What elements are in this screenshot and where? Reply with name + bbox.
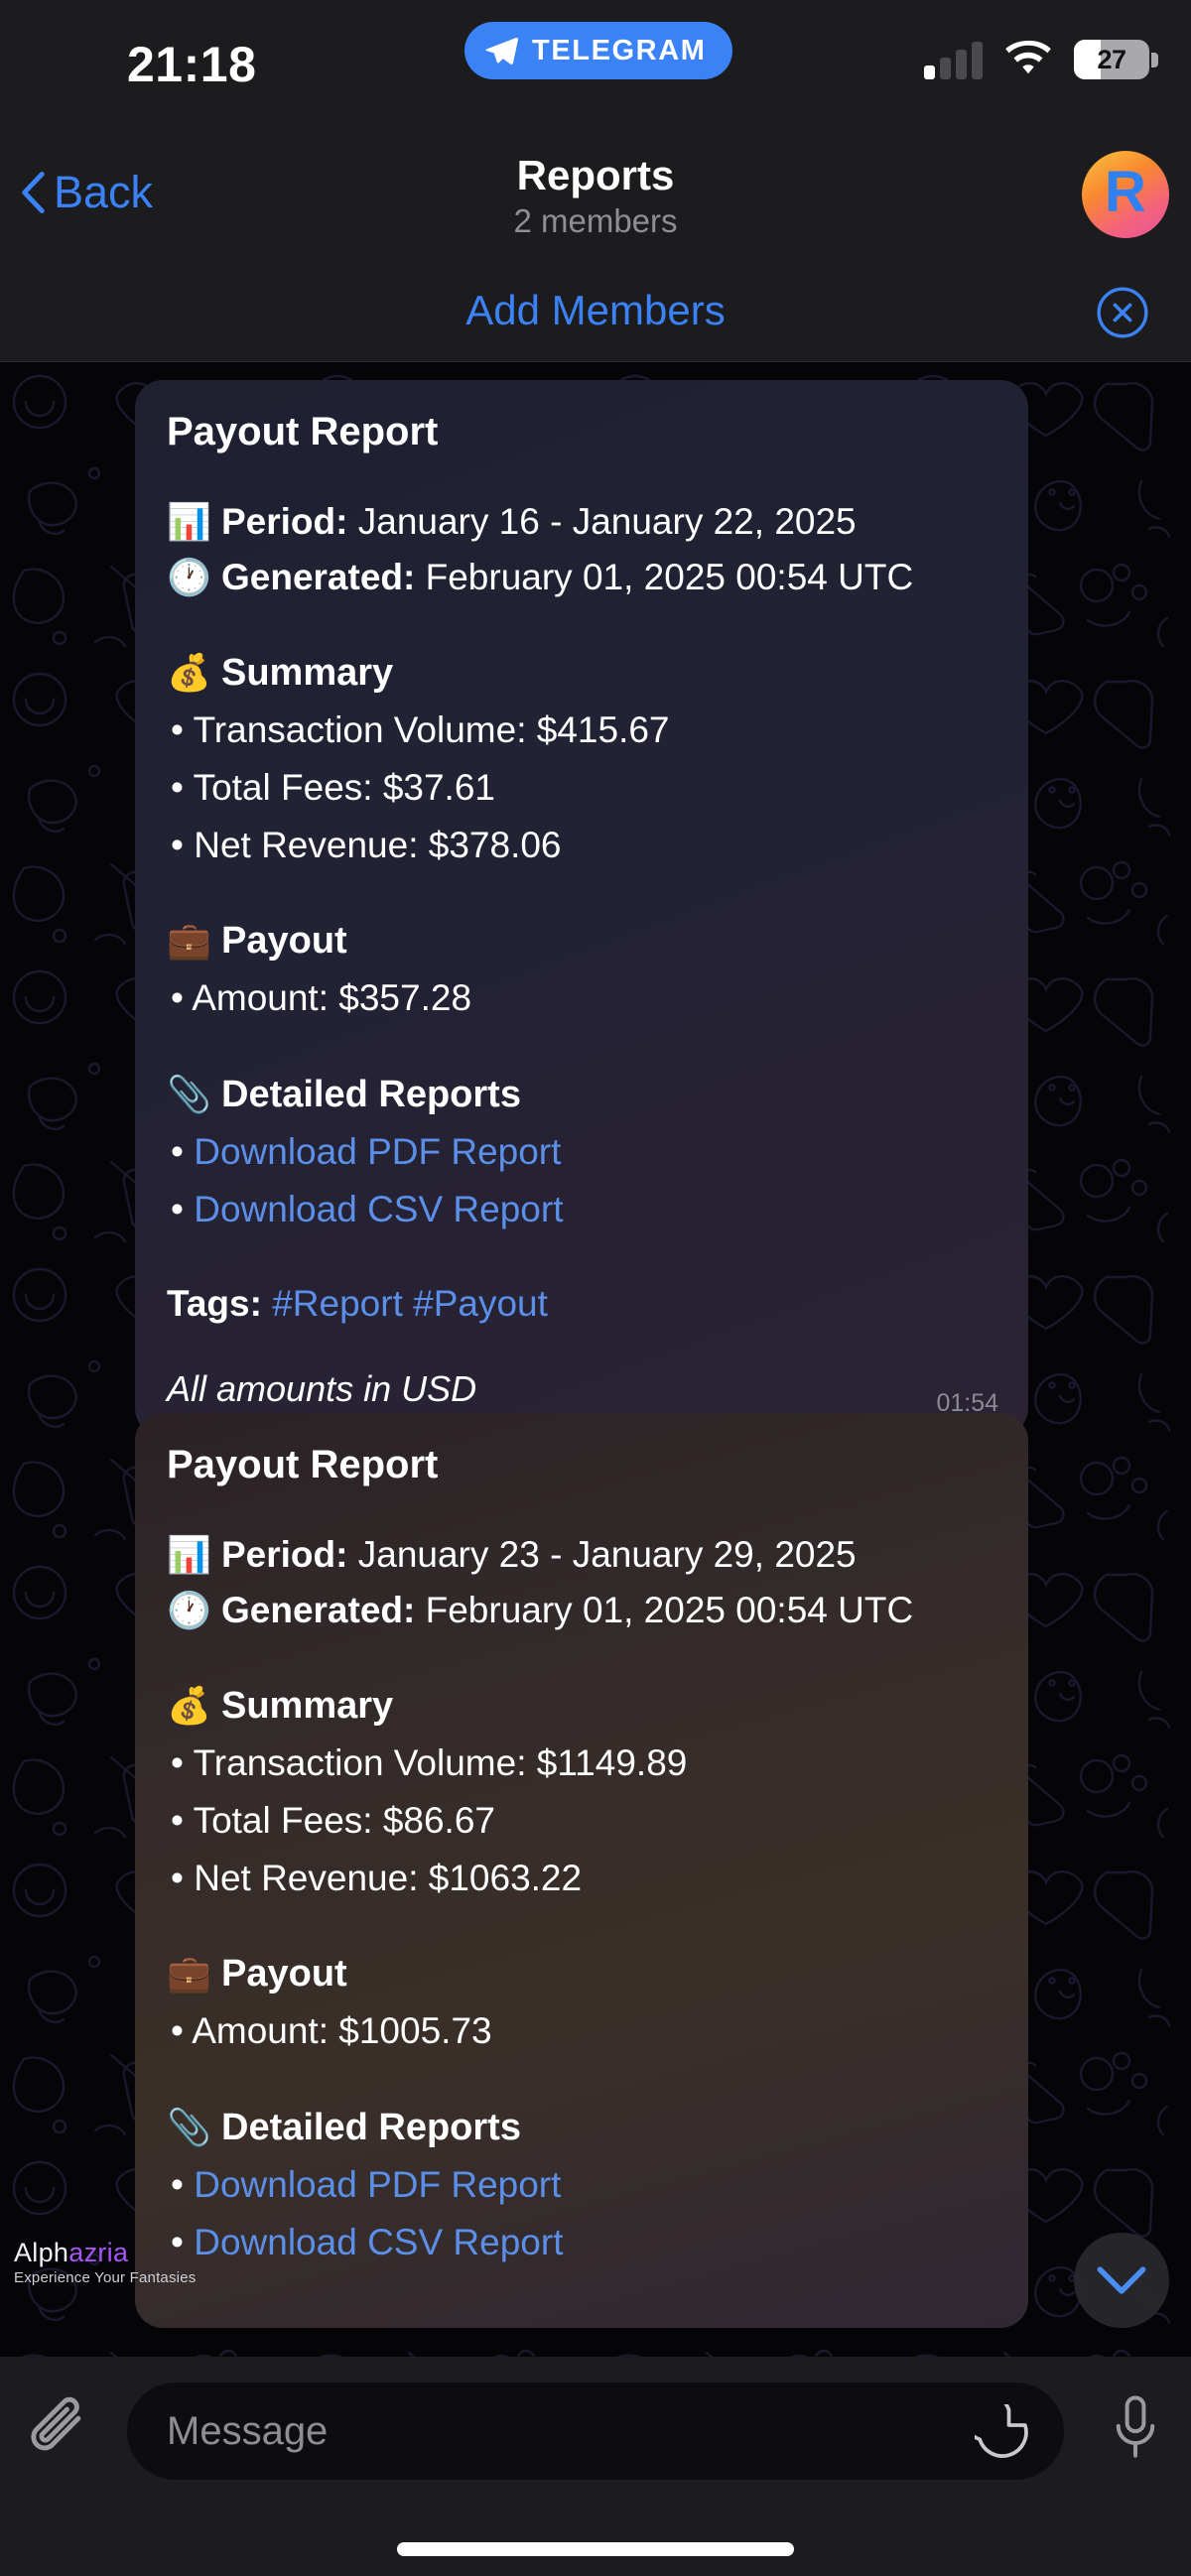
summary-section: 💰 Summary Transaction Volume: $415.67 To… [167, 647, 996, 871]
money-bag-icon: 💰 [167, 1685, 211, 1727]
payout-section: 💼 Payout Amount: $357.28 [167, 915, 996, 1025]
summary-item: Net Revenue: $378.06 [167, 819, 996, 872]
period-row: 📊 Period: January 23 - January 29, 2025 [167, 1529, 996, 1582]
summary-item: Transaction Volume: $415.67 [167, 704, 996, 757]
detailed-reports-heading: 📎 Detailed Reports [167, 2102, 996, 2154]
message-bubble[interactable]: Payout Report 📊 Period: January 16 - Jan… [135, 380, 1028, 1437]
telegram-pill-label: TELEGRAM [532, 34, 707, 66]
close-circle-icon[interactable] [1096, 286, 1149, 339]
clock-icon: 🕐 [167, 556, 211, 597]
payout-item: Amount: $357.28 [167, 971, 996, 1025]
currency-footnote: All amounts in USD [167, 1368, 477, 1410]
home-indicator [397, 2542, 794, 2556]
chat-message-area[interactable]: Payout Report 📊 Period: January 16 - Jan… [0, 362, 1191, 2357]
message-title: Payout Report [167, 410, 439, 453]
status-time: 21:18 [127, 37, 257, 92]
generated-label: Generated: [221, 1589, 416, 1630]
message-input-bar [0, 2357, 1191, 2576]
telegram-plane-icon [485, 37, 519, 64]
bar-chart-icon: 📊 [167, 1534, 211, 1575]
report-link-row: Download PDF Report [167, 2158, 996, 2212]
detailed-reports-label: Detailed Reports [221, 1074, 521, 1115]
download-pdf-link[interactable]: Download PDF Report [194, 1131, 561, 1172]
paperclip-icon[interactable] [24, 2394, 93, 2468]
payout-heading: 💼 Payout [167, 1948, 996, 2000]
avatar[interactable]: R [1082, 151, 1169, 238]
period-value: January 16 - January 22, 2025 [357, 501, 857, 542]
scroll-to-bottom-button[interactable] [1074, 2233, 1169, 2328]
summary-item: Transaction Volume: $1149.89 [167, 1737, 996, 1790]
generated-label: Generated: [221, 556, 416, 597]
detailed-reports-label: Detailed Reports [221, 2107, 521, 2148]
telegram-app-pill: TELEGRAM [464, 22, 732, 79]
report-link-row: Download CSV Report [167, 2216, 996, 2269]
chat-title-block[interactable]: Reports 2 members [0, 151, 1191, 240]
generated-row: 🕐 Generated: February 01, 2025 00:54 UTC [167, 1585, 996, 1637]
hashtag-report[interactable]: #Report [272, 1283, 403, 1324]
status-bar: 21:18 TELEGRAM 27 [0, 0, 1191, 129]
download-csv-link[interactable]: Download CSV Report [194, 1189, 563, 1229]
report-link-row: Download PDF Report [167, 1125, 996, 1179]
summary-heading-label: Summary [221, 652, 394, 695]
summary-item: Net Revenue: $1063.22 [167, 1852, 996, 1905]
detailed-reports-section: 📎 Detailed Reports Download PDF Report D… [167, 2102, 996, 2268]
payout-section: 💼 Payout Amount: $1005.73 [167, 1948, 996, 2058]
paperclip-emoji-icon: 📎 [167, 1074, 211, 1114]
summary-heading: 💰 Summary [167, 647, 996, 700]
message-input-field[interactable] [127, 2383, 1064, 2480]
payout-item: Amount: $1005.73 [167, 2004, 996, 2058]
battery-icon: 27 [1074, 40, 1158, 79]
payout-heading-label: Payout [221, 1953, 347, 1996]
tags-row: Tags: #Report #Payout [167, 1283, 996, 1325]
period-label: Period: [221, 501, 348, 542]
bar-chart-icon: 📊 [167, 501, 211, 542]
message-input[interactable] [127, 2408, 1064, 2454]
wifi-icon [1005, 41, 1051, 74]
money-bag-icon: 💰 [167, 652, 211, 694]
briefcase-icon: 💼 [167, 1953, 211, 1995]
add-members-button[interactable]: Add Members [0, 287, 1191, 334]
summary-item: Total Fees: $86.67 [167, 1794, 996, 1848]
summary-heading-label: Summary [221, 1685, 394, 1728]
generated-value: February 01, 2025 00:54 UTC [425, 556, 914, 597]
briefcase-icon: 💼 [167, 920, 211, 962]
generated-value: February 01, 2025 00:54 UTC [425, 1589, 914, 1630]
message-title: Payout Report [167, 1443, 439, 1486]
period-label: Period: [221, 1534, 348, 1575]
members-count: 2 members [513, 202, 678, 240]
detailed-reports-section: 📎 Detailed Reports Download PDF Report D… [167, 1069, 996, 1235]
hashtag-payout[interactable]: #Payout [413, 1283, 548, 1324]
period-row: 📊 Period: January 16 - January 22, 2025 [167, 496, 996, 549]
clock-icon: 🕐 [167, 1589, 211, 1630]
message-bubble[interactable]: Payout Report 📊 Period: January 23 - Jan… [135, 1413, 1028, 2329]
avatar-letter: R [1105, 160, 1146, 224]
telegram-chat-screen: 21:18 TELEGRAM 27 Back Reports 2 members… [0, 0, 1191, 2576]
status-indicators: 27 [924, 40, 1158, 79]
period-value: January 23 - January 29, 2025 [357, 1534, 857, 1575]
nav-header: Back Reports 2 members R [0, 129, 1191, 261]
cellular-signal-icon [924, 40, 983, 79]
add-members-bar: Add Members [0, 261, 1191, 362]
report-link-row: Download CSV Report [167, 1183, 996, 1236]
paperclip-emoji-icon: 📎 [167, 2107, 211, 2147]
download-csv-link[interactable]: Download CSV Report [194, 2222, 563, 2262]
download-pdf-link[interactable]: Download PDF Report [194, 2164, 561, 2205]
summary-item: Total Fees: $37.61 [167, 761, 996, 815]
chevron-down-icon [1097, 2266, 1146, 2294]
tags-label: Tags: [167, 1283, 262, 1325]
summary-heading: 💰 Summary [167, 1680, 996, 1733]
summary-section: 💰 Summary Transaction Volume: $1149.89 T… [167, 1680, 996, 1904]
sticker-icon[interactable] [975, 2404, 1030, 2460]
battery-percent: 27 [1097, 44, 1126, 74]
payout-heading: 💼 Payout [167, 915, 996, 967]
page-title: Reports [516, 152, 675, 198]
generated-row: 🕐 Generated: February 01, 2025 00:54 UTC [167, 552, 996, 604]
payout-heading-label: Payout [221, 920, 347, 963]
detailed-reports-heading: 📎 Detailed Reports [167, 1069, 996, 1121]
microphone-icon[interactable] [1108, 2388, 1163, 2472]
